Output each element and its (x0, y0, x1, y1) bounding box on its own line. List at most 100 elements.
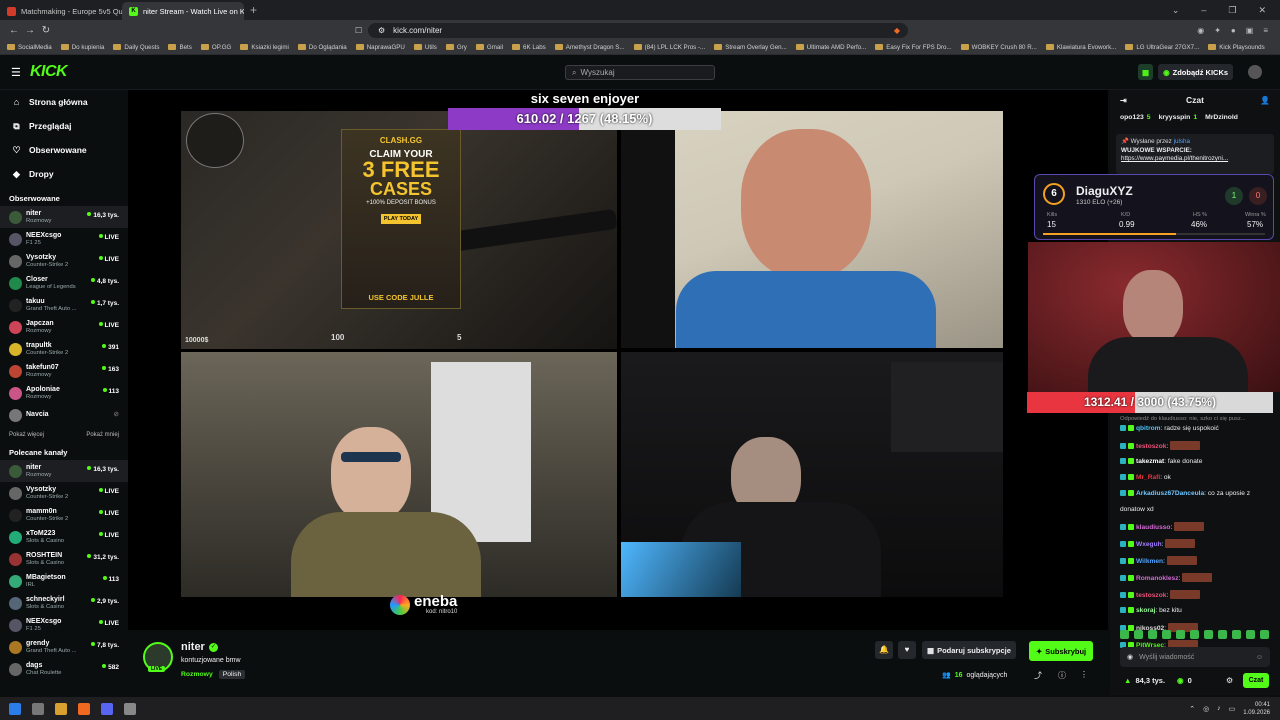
quick-emote-icon[interactable] (1232, 630, 1241, 639)
chat-message[interactable]: klaudiusso: (1120, 522, 1205, 531)
chat-username[interactable]: skoraj (1136, 607, 1155, 614)
profile-icon[interactable]: ● (1231, 26, 1236, 35)
brave-browser-icon[interactable] (78, 702, 90, 715)
sidebar-channel[interactable]: trapultk Counter-Strike 2 391 (0, 338, 128, 360)
sidebar-nav-item[interactable]: ♡ Obserwowane (0, 138, 128, 162)
sidebar-channel[interactable]: grendy Grand Theft Auto ... 7,8 tys. (0, 636, 128, 658)
sidebar-channel[interactable]: takuu Grand Theft Auto ... 1,7 tys. (0, 294, 128, 316)
sidebar-channel[interactable]: Vysotzky Counter-Strike 2 LIVE (0, 250, 128, 272)
chat-settings-gear-icon[interactable]: ⚙ (1226, 676, 1233, 685)
url-field[interactable]: ⚙ kick.com/niter ◆ (368, 22, 908, 38)
chat-username[interactable]: Mr_Rafi (1136, 474, 1160, 481)
chat-message[interactable]: Romanoklesz: (1120, 573, 1213, 582)
user-avatar[interactable] (1248, 65, 1263, 79)
back-icon[interactable]: ← (6, 25, 22, 36)
forward-icon[interactable]: → (22, 25, 38, 36)
bookmark-item[interactable]: Amethyst Dragon S... (554, 44, 625, 51)
tab-kick[interactable]: K niter Stream - Watch Live on Kick × (122, 2, 244, 20)
file-explorer-icon[interactable] (55, 702, 67, 715)
quick-emote-icon[interactable] (1148, 630, 1157, 639)
bookmark-item[interactable]: Daily Quests (113, 44, 159, 51)
chat-message[interactable]: takezmat: fake donate (1120, 458, 1202, 465)
collapse-chat-icon[interactable]: ⇥ (1120, 96, 1127, 105)
sidebar-channel[interactable]: Japczan Rozmowy LIVE (0, 316, 128, 338)
minimize-icon[interactable]: – (1201, 5, 1206, 15)
show-more-button[interactable]: Pokaż więcej (9, 432, 44, 438)
sidebar-channel[interactable]: schneckyirl Slots & Casino 2,9 tys. (0, 592, 128, 614)
chat-message[interactable]: donatow xd (1120, 506, 1154, 513)
info-icon[interactable]: ⓘ (1058, 670, 1066, 681)
chat-users-icon[interactable]: 👤 (1260, 96, 1270, 105)
chat-username[interactable]: testoszok (1136, 443, 1166, 450)
chat-message[interactable]: Wxeguh: (1120, 539, 1196, 548)
chat-message[interactable]: qbitrom: radze się uspokoić (1120, 425, 1219, 432)
chevron-down-icon[interactable]: ⌄ (1172, 5, 1180, 16)
sidebar-channel[interactable]: Apoloniae Rozmowy 113 (0, 382, 128, 404)
top-gifter[interactable]: opo123 5 (1120, 114, 1151, 121)
notification-bell-icon[interactable]: 🔔 (875, 641, 893, 659)
bookmark-item[interactable]: Ultimate AMD Perfo... (795, 44, 866, 51)
network-icon[interactable]: ◎ (1203, 705, 1209, 713)
discord-icon[interactable] (101, 702, 113, 715)
share-icon[interactable]: ⤴ (1034, 670, 1042, 681)
puzzle-icon[interactable]: ✦ (1214, 26, 1221, 35)
sidebar-channel[interactable]: niter Rozmowy 16,3 tys. (0, 206, 128, 228)
sidebar-channel[interactable]: takefun07 Rozmowy 163 (0, 360, 128, 382)
search-input[interactable]: ⌕ Wyszukaj (565, 65, 715, 80)
quick-emote-icon[interactable] (1162, 630, 1171, 639)
show-less-button[interactable]: Pokaż mniej (86, 432, 119, 438)
bookmark-item[interactable]: Ksiazki legimi (240, 44, 289, 51)
bookmark-item[interactable]: Gmail (475, 44, 503, 51)
chat-message[interactable]: Arkadiusz67Danceula: co za uposie z (1120, 490, 1250, 497)
battery-icon[interactable]: ▭ (1229, 705, 1236, 713)
close-window-icon[interactable]: ✕ (1258, 5, 1266, 16)
bookmark-item[interactable]: OP.GG (200, 44, 231, 51)
bookmark-item[interactable]: Klawiatura Evowork... (1045, 44, 1116, 51)
bookmark-item[interactable]: Easy Fix For FPS Dro... (875, 44, 952, 51)
quick-emote-icon[interactable] (1246, 630, 1255, 639)
sidebar-channel[interactable]: dags Chat Roulette 582 (0, 658, 128, 680)
kick-logo[interactable]: KICK (30, 63, 68, 81)
reload-icon[interactable]: ↻ (38, 25, 54, 36)
chat-username[interactable]: Arkadiusz67Danceula (1136, 490, 1204, 497)
wallet-icon[interactable]: ▣ (1246, 26, 1254, 35)
bookmark-item[interactable]: 6K Labs (512, 44, 546, 51)
chat-message[interactable]: testoszok: (1120, 590, 1201, 599)
quick-emote-icon[interactable] (1134, 630, 1143, 639)
chat-message[interactable]: testoszok: (1120, 441, 1201, 450)
chat-username[interactable]: Wxeguh (1136, 541, 1162, 548)
sidebar-channel[interactable]: Closer League of Legends 4,8 tys. (0, 272, 128, 294)
bookmark-item[interactable]: Kick Playsounds (1208, 44, 1265, 51)
bookmark-item[interactable]: Do kupienia (60, 44, 104, 51)
chat-input[interactable]: ◉ Wyślij wiadomość ☺ (1120, 647, 1270, 667)
sidebar-channel[interactable]: niter Rozmowy 16,3 tys. (0, 460, 128, 482)
bookmark-item[interactable]: SocialMedia (7, 44, 52, 51)
bookmark-icon[interactable]: ☐ (355, 26, 362, 35)
chat-message[interactable]: skoraj: bez kitu (1120, 607, 1182, 614)
chat-username[interactable]: Romanoklesz (1136, 575, 1179, 582)
site-info-icon[interactable]: ⚙ (378, 26, 385, 35)
chat-settings-icon[interactable]: ◉ (1127, 653, 1133, 661)
bookmark-item[interactable]: (84) LPL LCK Pros -... (633, 44, 705, 51)
chat-username[interactable]: testoszok (1136, 592, 1166, 599)
store-button[interactable]: ▦ (1138, 64, 1154, 80)
sidebar-channel[interactable]: NEEXcsgo F1 25 LIVE (0, 228, 128, 250)
sidebar-channel[interactable]: NEEXcsgo F1 25 LIVE (0, 614, 128, 636)
bookmark-item[interactable]: Stream Overlay Gen... (714, 44, 787, 51)
bookmark-item[interactable]: Do Oglądania (297, 44, 347, 51)
chat-username[interactable]: klaudiusso (1136, 524, 1170, 531)
chat-username[interactable]: Wilkmen (1136, 558, 1163, 565)
sidebar-channel[interactable]: Navcia ⊘ (0, 404, 128, 426)
extension-icon[interactable]: ◉ (1197, 26, 1204, 35)
buy-kicks-button[interactable]: ◉ Zdobądź KICKs (1158, 64, 1234, 80)
sidebar-channel[interactable]: MBagietson IRL 113 (0, 570, 128, 592)
task-view-icon[interactable] (32, 702, 44, 715)
menu-icon[interactable]: ☰ (11, 66, 21, 79)
subscribe-button[interactable]: ✦ Subskrybuj (1029, 641, 1094, 661)
sidebar-nav-item[interactable]: ⧉ Przeglądaj (0, 114, 128, 138)
bookmark-item[interactable]: LG UltraGear 27GX7... (1125, 44, 1199, 51)
quick-emote-icon[interactable] (1176, 630, 1185, 639)
bookmark-item[interactable]: WOBKEY Crush 80 R... (960, 44, 1037, 51)
more-options-icon[interactable]: ⋮ (1080, 670, 1088, 679)
clock[interactable]: 00:41 1.09.2026 (1243, 701, 1270, 717)
